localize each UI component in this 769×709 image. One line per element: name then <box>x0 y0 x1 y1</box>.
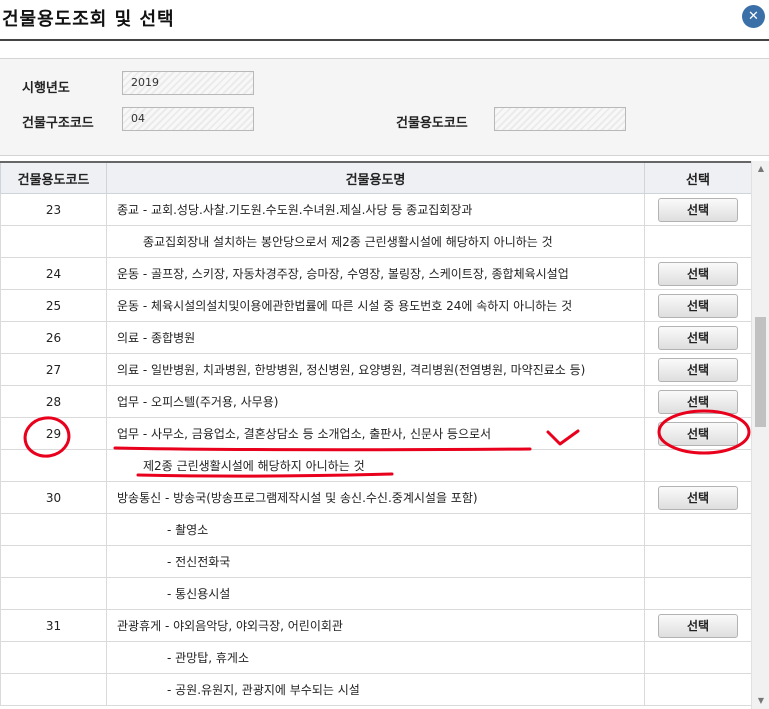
select-button[interactable]: 선택 <box>658 421 738 446</box>
row-code <box>0 673 107 706</box>
row-code: 24 <box>0 257 107 290</box>
header-usage-code: 건물용도코드 <box>0 161 107 194</box>
scroll-down-arrow-icon[interactable]: ▼ <box>752 693 769 709</box>
row-name: - 통신용시설 <box>106 577 645 610</box>
structure-code-label: 건물구조코드 <box>22 116 94 131</box>
row-code <box>0 577 107 610</box>
select-button[interactable]: 선택 <box>658 485 738 510</box>
row-name: - 촬영소 <box>106 513 645 546</box>
header-usage-name: 건물용도명 <box>106 161 645 194</box>
row-name: - 전신전화국 <box>106 545 645 578</box>
table-row: - 촬영소 <box>0 513 751 546</box>
table-row: - 전신전화국 <box>0 545 751 578</box>
row-code: 23 <box>0 193 107 226</box>
select-button[interactable]: 선택 <box>658 357 738 382</box>
close-icon[interactable]: ✕ <box>742 5 765 28</box>
row-name: 의료 - 일반병원, 치과병원, 한방병원, 정신병원, 요양병원, 격리병원(… <box>106 353 645 386</box>
row-code <box>0 225 107 258</box>
scroll-up-arrow-icon[interactable]: ▲ <box>752 161 769 177</box>
row-name: - 관망탑, 휴게소 <box>106 641 645 674</box>
structure-code-field[interactable]: 04 <box>122 107 254 131</box>
dialog-header: 건물용도조회 및 선택 ✕ <box>0 0 769 41</box>
usage-code-label: 건물용도코드 <box>396 116 468 131</box>
year-field[interactable]: 2019 <box>122 71 254 95</box>
row-name: - 공원.유원지, 관광지에 부수되는 시설 <box>106 673 645 706</box>
row-code <box>0 513 107 546</box>
row-code <box>0 545 107 578</box>
header-select: 선택 <box>644 161 751 194</box>
table-row: 27 의료 - 일반병원, 치과병원, 한방병원, 정신병원, 요양병원, 격리… <box>0 353 751 386</box>
row-code: 28 <box>0 385 107 418</box>
select-button[interactable]: 선택 <box>658 613 738 638</box>
table-row: 29 업무 - 사무소, 금융업소, 결혼상담소 등 소개업소, 출판사, 신문… <box>0 417 751 450</box>
table-row: 26 의료 - 종합병원 선택 <box>0 321 751 354</box>
select-button[interactable]: 선택 <box>658 325 738 350</box>
row-name: 운동 - 골프장, 스키장, 자동차경주장, 승마장, 수영장, 볼링장, 스케… <box>106 257 645 290</box>
search-panel: 시행년도 2019 건물구조코드 04 건물용도코드 <box>0 58 769 156</box>
year-label: 시행년도 <box>22 81 70 96</box>
usage-table: 건물용도코드 건물용도명 선택 23 종교 - 교회.성당.사찰.기도원.수도원… <box>0 161 751 709</box>
dialog-title: 건물용도조회 및 선택 <box>2 9 175 30</box>
table-row: 28 업무 - 오피스텔(주거용, 사무용) 선택 <box>0 385 751 418</box>
table-row: 제2종 근린생활시설에 해당하지 아니하는 것 <box>0 449 751 482</box>
row-name: 방송통신 - 방송국(방송프로그램제작시설 및 송신.수신.중계시설을 포함) <box>106 481 645 514</box>
row-name: 종교집회장내 설치하는 봉안당으로서 제2종 근린생활시설에 해당하지 아니하는… <box>106 225 645 258</box>
row-code: 31 <box>0 609 107 642</box>
row-name: 종교 - 교회.성당.사찰.기도원.수도원.수녀원.제실.사당 등 종교집회장과 <box>106 193 645 226</box>
table-row: 24 운동 - 골프장, 스키장, 자동차경주장, 승마장, 수영장, 볼링장,… <box>0 257 751 290</box>
row-code: 25 <box>0 289 107 322</box>
table-row: - 공원.유원지, 관광지에 부수되는 시설 <box>0 673 751 706</box>
row-name: 업무 - 사무소, 금융업소, 결혼상담소 등 소개업소, 출판사, 신문사 등… <box>106 417 645 450</box>
row-name: 관광휴게 - 야외음악당, 야외극장, 어린이회관 <box>106 609 645 642</box>
select-button[interactable]: 선택 <box>658 197 738 222</box>
row-name: 제2종 근린생활시설에 해당하지 아니하는 것 <box>106 449 645 482</box>
table-row: - 관망탑, 휴게소 <box>0 641 751 674</box>
vertical-scrollbar[interactable]: ▲ ▼ <box>751 161 769 709</box>
table-row: - 통신용시설 <box>0 577 751 610</box>
row-code: 29 <box>0 417 107 450</box>
select-button[interactable]: 선택 <box>658 261 738 286</box>
table-row: 31 관광휴게 - 야외음악당, 야외극장, 어린이회관 선택 <box>0 609 751 642</box>
row-name: 운동 - 체육시설의설치및이용에관한법률에 따른 시설 중 용도번호 24에 속… <box>106 289 645 322</box>
select-button[interactable]: 선택 <box>658 293 738 318</box>
row-name: 업무 - 오피스텔(주거용, 사무용) <box>106 385 645 418</box>
usage-code-field[interactable] <box>494 107 626 131</box>
row-name: 의료 - 종합병원 <box>106 321 645 354</box>
row-code: 30 <box>0 481 107 514</box>
row-code: 27 <box>0 353 107 386</box>
scrollbar-thumb[interactable] <box>755 317 766 427</box>
row-code: 26 <box>0 321 107 354</box>
table-row: 종교집회장내 설치하는 봉안당으로서 제2종 근린생활시설에 해당하지 아니하는… <box>0 225 751 258</box>
table-row: 30 방송통신 - 방송국(방송프로그램제작시설 및 송신.수신.중계시설을 포… <box>0 481 751 514</box>
select-button[interactable]: 선택 <box>658 389 738 414</box>
table-row: 23 종교 - 교회.성당.사찰.기도원.수도원.수녀원.제실.사당 등 종교집… <box>0 193 751 226</box>
table-row: 25 운동 - 체육시설의설치및이용에관한법률에 따른 시설 중 용도번호 24… <box>0 289 751 322</box>
row-code <box>0 449 107 482</box>
row-code <box>0 641 107 674</box>
